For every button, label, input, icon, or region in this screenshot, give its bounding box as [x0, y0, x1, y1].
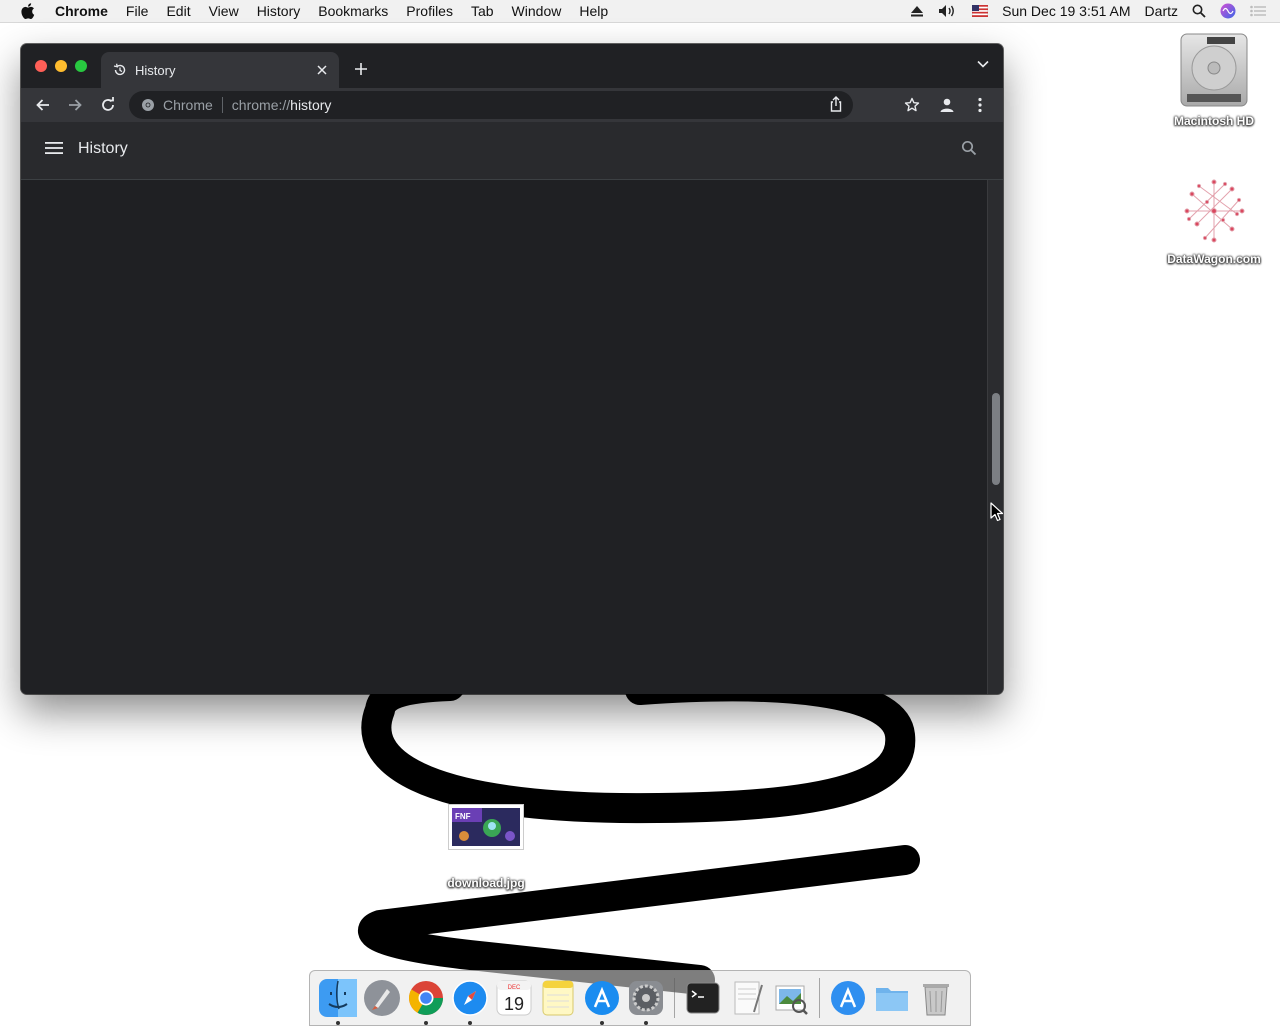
menu-bookmarks[interactable]: Bookmarks — [309, 0, 397, 22]
omnibox-divider — [221, 97, 223, 113]
running-indicator — [468, 1021, 472, 1025]
tab-title: History — [135, 62, 176, 78]
menu-chrome[interactable]: Chrome — [46, 0, 117, 22]
page-title: History — [78, 140, 128, 157]
site-name: Chrome — [163, 97, 213, 113]
system-preferences-icon[interactable] — [624, 976, 668, 1025]
history-page-header: History — [21, 122, 1003, 180]
notes-icon[interactable] — [536, 976, 580, 1020]
back-button[interactable] — [29, 91, 57, 119]
notification-center-icon[interactable] — [1250, 5, 1266, 17]
tab-strip: History — [21, 44, 1003, 88]
menu-profiles[interactable]: Profiles — [397, 0, 462, 22]
desktop-icon-label: DataWagon.com — [1167, 252, 1261, 266]
mouse-cursor-icon — [990, 502, 1004, 522]
calendar-month: DEC — [508, 985, 521, 991]
profile-avatar-icon[interactable] — [933, 91, 961, 119]
calendar-icon[interactable]: DEC 19 — [492, 976, 536, 1020]
new-tab-button[interactable] — [351, 59, 371, 79]
svg-text:FNF: FNF — [455, 812, 471, 821]
menu-window[interactable]: Window — [503, 0, 571, 22]
menu-user[interactable]: Dartz — [1145, 3, 1178, 19]
image-thumbnail-icon: FNF — [436, 804, 536, 850]
menu-edit[interactable]: Edit — [157, 0, 199, 22]
chrome-icon[interactable] — [404, 976, 448, 1025]
reload-button[interactable] — [94, 91, 122, 119]
search-history-icon[interactable] — [961, 140, 977, 156]
app-store-folder-icon[interactable] — [826, 976, 870, 1020]
finder-icon[interactable] — [316, 976, 360, 1025]
app-store-icon[interactable] — [580, 976, 624, 1025]
desktop-icon-download-jpg[interactable]: FNF download.jpg — [436, 804, 536, 890]
scrollbar-thumb[interactable] — [992, 393, 1000, 485]
bookmark-star-icon[interactable] — [898, 91, 926, 119]
address-bar[interactable]: Chrome chrome://history — [129, 91, 853, 119]
textedit-icon[interactable] — [725, 976, 769, 1020]
running-indicator — [600, 1021, 604, 1025]
forward-button[interactable] — [61, 91, 89, 119]
menu-clock[interactable]: Sun Dec 19 3:51 AM — [1002, 3, 1130, 19]
browser-menu-kebab-icon[interactable] — [966, 91, 994, 119]
window-zoom-button[interactable] — [75, 60, 87, 72]
desktop-icon-label: Macintosh HD — [1173, 114, 1254, 128]
desktop-icon-label: download.jpg — [447, 876, 525, 890]
preview-icon[interactable] — [769, 976, 813, 1020]
running-indicator — [644, 1021, 648, 1025]
tab-search-chevron-icon[interactable] — [977, 60, 989, 68]
datawagon-file-icon — [1164, 174, 1264, 248]
hard-drive-icon — [1164, 32, 1264, 110]
browser-toolbar: Chrome chrome://history — [21, 88, 1003, 122]
eject-icon[interactable] — [910, 5, 924, 17]
url-path: history — [290, 97, 332, 113]
trash-icon[interactable] — [914, 976, 958, 1020]
terminal-icon[interactable] — [681, 976, 725, 1020]
history-icon — [113, 63, 127, 77]
close-tab-icon[interactable] — [313, 61, 331, 79]
macos-dock: DEC 19 — [309, 970, 971, 1026]
menu-help[interactable]: Help — [570, 0, 617, 22]
running-indicator — [336, 1021, 340, 1025]
vertical-scrollbar[interactable] — [987, 180, 1003, 694]
history-content-band — [21, 180, 987, 380]
dock-divider — [819, 978, 820, 1018]
history-content-area — [21, 180, 987, 694]
spotlight-icon[interactable] — [1192, 4, 1206, 18]
launchpad-icon[interactable] — [360, 976, 404, 1020]
siri-icon[interactable] — [1220, 3, 1236, 19]
safari-icon[interactable] — [448, 976, 492, 1025]
chrome-window: History Chrome chrome://history History — [21, 44, 1003, 694]
running-indicator — [424, 1021, 428, 1025]
tab-history[interactable]: History — [101, 52, 339, 88]
share-icon[interactable] — [829, 96, 843, 112]
status-area: Sun Dec 19 3:51 AM Dartz — [910, 0, 1280, 22]
desktop-icon-macintosh-hd[interactable]: Macintosh HD — [1164, 32, 1264, 128]
url-scheme: chrome:// — [231, 97, 291, 113]
volume-icon[interactable] — [938, 4, 958, 18]
hamburger-menu-icon[interactable] — [45, 141, 63, 155]
calendar-day: 19 — [504, 994, 524, 1014]
menu-file[interactable]: File — [117, 0, 158, 22]
folder-icon[interactable] — [870, 976, 914, 1020]
macos-menu-bar: Chrome File Edit View History Bookmarks … — [0, 0, 1280, 23]
dock-divider — [674, 978, 675, 1018]
menu-tab[interactable]: Tab — [462, 0, 503, 22]
window-minimize-button[interactable] — [55, 60, 67, 72]
chrome-site-icon — [141, 98, 155, 112]
us-flag-icon[interactable] — [972, 5, 989, 17]
apple-logo-icon[interactable] — [18, 3, 38, 19]
menu-view[interactable]: View — [200, 0, 248, 22]
desktop-icon-datawagon[interactable]: DataWagon.com — [1164, 174, 1264, 266]
menu-history[interactable]: History — [248, 0, 310, 22]
window-close-button[interactable] — [35, 60, 47, 72]
